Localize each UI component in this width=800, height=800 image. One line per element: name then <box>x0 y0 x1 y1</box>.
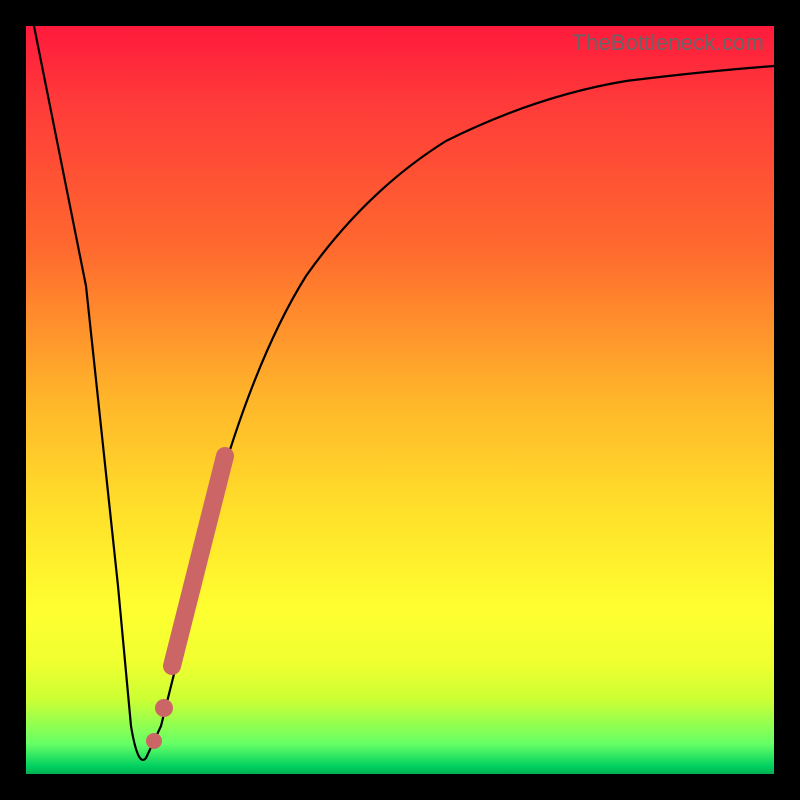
highlight-dot-2 <box>146 733 162 749</box>
plot-area: TheBottleneck.com <box>26 26 774 774</box>
chart-frame: TheBottleneck.com <box>0 0 800 800</box>
highlight-dot-1 <box>155 699 173 717</box>
curve-layer <box>26 26 774 774</box>
highlight-segment <box>172 456 225 666</box>
bottleneck-curve <box>34 26 774 760</box>
